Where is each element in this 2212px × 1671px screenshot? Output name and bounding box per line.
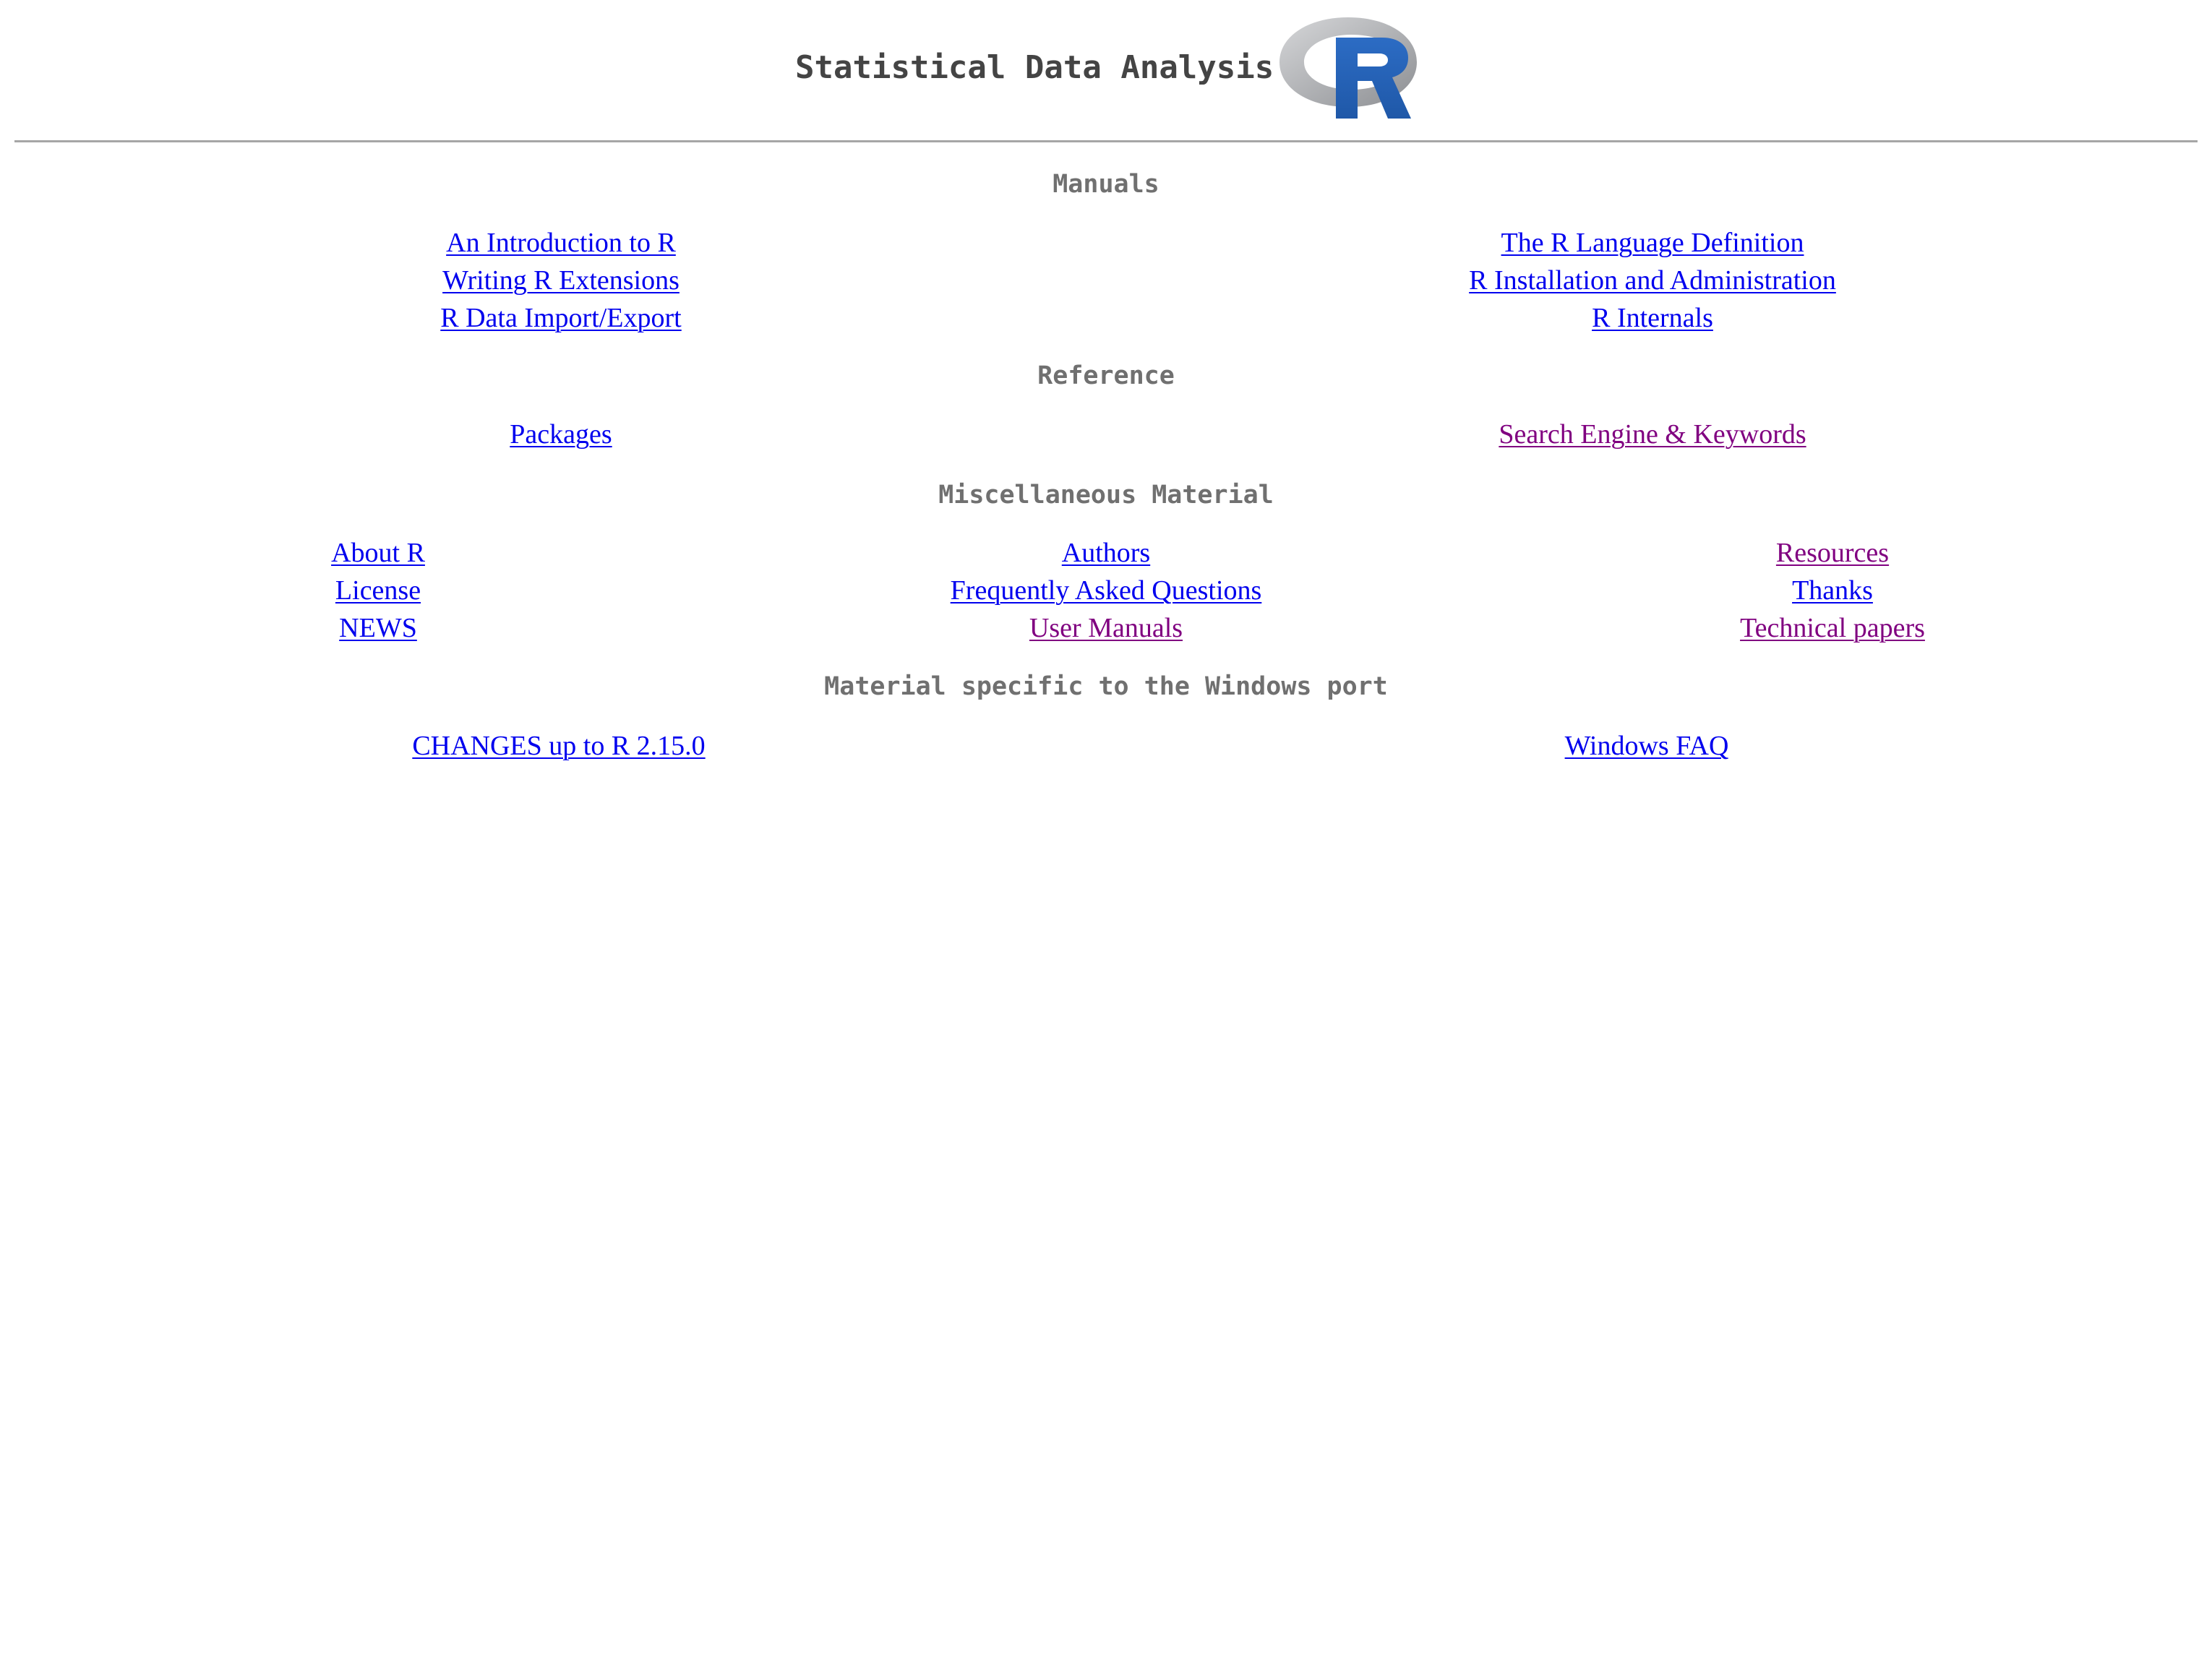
misc-heading: Miscellaneous Material [938, 481, 1274, 510]
misc-left-column: About R License NEWS [270, 534, 486, 647]
header-divider [14, 140, 2198, 142]
manuals-left-column: An Introduction to R Writing R Extension… [416, 224, 706, 337]
link-intro-to-r[interactable]: An Introduction to R [416, 224, 706, 262]
link-technical-papers[interactable]: Technical papers [1688, 609, 1977, 647]
link-r-internals[interactable]: R Internals [1436, 299, 1869, 337]
link-resources[interactable]: Resources [1688, 534, 1977, 572]
link-r-data-import-export[interactable]: R Data Import/Export [416, 299, 706, 337]
link-windows-faq[interactable]: Windows FAQ [1502, 727, 1791, 765]
misc-right-column: Resources Thanks Technical papers [1688, 534, 1977, 647]
link-license[interactable]: License [270, 572, 486, 609]
misc-middle-column: Authors Frequently Asked Questions User … [925, 534, 1287, 647]
link-faq[interactable]: Frequently Asked Questions [925, 572, 1287, 609]
page-title: Statistical Data Analysis [795, 49, 1274, 86]
manuals-right-column: The R Language Definition R Installation… [1436, 224, 1869, 337]
link-writing-r-extensions[interactable]: Writing R Extensions [416, 262, 706, 299]
reference-left-column: Packages [416, 416, 706, 453]
windows-heading: Material specific to the Windows port [824, 672, 1388, 701]
link-authors[interactable]: Authors [925, 534, 1287, 572]
windows-left-column: CHANGES up to R 2.15.0 [378, 727, 740, 765]
reference-heading: Reference [1037, 361, 1175, 390]
link-user-manuals[interactable]: User Manuals [925, 609, 1287, 647]
link-r-language-definition[interactable]: The R Language Definition [1436, 224, 1869, 262]
link-r-installation-admin[interactable]: R Installation and Administration [1436, 262, 1869, 299]
link-about-r[interactable]: About R [270, 534, 486, 572]
link-changes-r-2-15-0[interactable]: CHANGES up to R 2.15.0 [378, 727, 740, 765]
link-search-engine-keywords[interactable]: Search Engine & Keywords [1436, 416, 1869, 453]
page-header: Statistical Data Analysis [0, 13, 2212, 129]
link-packages[interactable]: Packages [416, 416, 706, 453]
reference-right-column: Search Engine & Keywords [1436, 416, 1869, 453]
manuals-heading: Manuals [1053, 170, 1159, 199]
link-news[interactable]: NEWS [270, 609, 486, 647]
link-thanks[interactable]: Thanks [1688, 572, 1977, 609]
r-logo-icon [1279, 17, 1417, 119]
windows-right-column: Windows FAQ [1502, 727, 1791, 765]
